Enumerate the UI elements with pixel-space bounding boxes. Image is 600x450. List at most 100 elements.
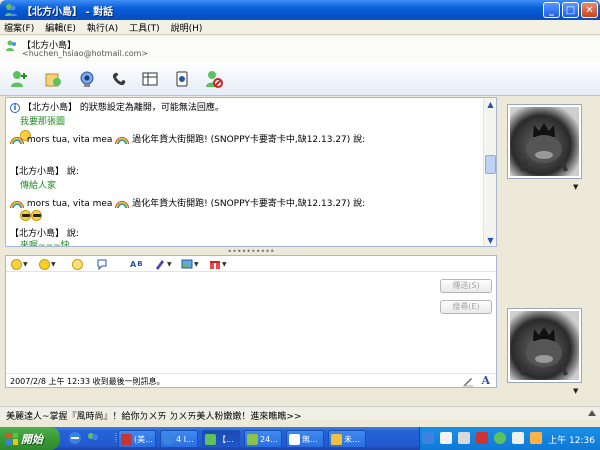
conversation-scrollbar[interactable]: ▲ ▼ xyxy=(483,98,496,246)
msn-tray-icon[interactable] xyxy=(494,432,506,444)
antivirus-icon[interactable] xyxy=(476,432,488,444)
cool-smiley-icon xyxy=(31,210,42,221)
contact-avatar-picture xyxy=(510,107,579,176)
scroll-up-arrow-icon[interactable]: ▲ xyxy=(486,100,495,109)
cool-smiley-icon xyxy=(20,210,31,221)
maximize-button[interactable]: □ xyxy=(562,2,579,18)
menu-help[interactable]: 說明(H) xyxy=(171,21,203,34)
minimize-button[interactable]: _ xyxy=(543,2,560,18)
avatar-menu-arrow-icon[interactable]: ▼ xyxy=(573,387,578,395)
conversation-pane[interactable]: i 【北方小島】 的狀態設定為離開，可能無法回應。 我要那張圖 mors tua,… xyxy=(5,97,497,247)
menu-actions[interactable]: 執行(A) xyxy=(87,21,118,34)
msn-quick-launch-icon[interactable] xyxy=(86,431,100,445)
gift-button[interactable]: ▼ xyxy=(209,258,227,270)
task-label: 未... xyxy=(344,434,360,444)
menu-file[interactable]: 檔案(F) xyxy=(4,21,34,34)
text-mode-button[interactable]: A xyxy=(481,374,490,387)
volume-icon[interactable] xyxy=(512,432,524,444)
sender-header: mors tua, vita mea 過化年貨大街開跑! (SNOPPY卡要寄卡… xyxy=(10,196,365,209)
color-button[interactable]: ▼ xyxy=(154,258,172,270)
sender-header: mors tua, vita mea 過化年貨大街開跑! (SNOPPY卡要寄卡… xyxy=(10,132,365,145)
window-title: 【北方小島】 - 對話 xyxy=(22,6,114,18)
sender-name: mors tua, vita mea xyxy=(26,199,113,209)
nudge-icon xyxy=(72,258,83,270)
menu-edit[interactable]: 編輯(E) xyxy=(45,21,76,34)
rainbow-icon xyxy=(115,199,130,208)
start-button[interactable]: 開始 xyxy=(0,427,60,450)
rainbow-icon xyxy=(10,199,24,208)
task-button[interactable]: (美... xyxy=(118,430,156,448)
buddy-status-icon xyxy=(6,40,16,51)
frog-king-picture xyxy=(520,123,568,172)
avatar-menu-arrow-icon[interactable]: ▼ xyxy=(573,183,578,191)
clock[interactable]: 上午 12:36 xyxy=(548,433,595,446)
font-icon: A xyxy=(130,259,137,269)
language-icon[interactable] xyxy=(422,432,434,444)
action-toolbar xyxy=(0,62,600,96)
task-button[interactable]: 4 I... xyxy=(160,430,198,448)
rainbow-icon xyxy=(115,135,130,144)
contact-avatar[interactable] xyxy=(507,104,582,179)
games-icon[interactable] xyxy=(171,68,193,90)
network-icon[interactable] xyxy=(458,432,470,444)
sender-header: 【北方小島】 說: xyxy=(10,167,79,177)
dropdown-arrow-icon: ▼ xyxy=(222,260,227,268)
browser-quick-launch-icon[interactable] xyxy=(68,431,82,445)
windows-flag-icon xyxy=(6,432,18,445)
task-button[interactable]: 24... xyxy=(244,430,282,448)
input-status-bar: 2007/2/8 上午 12:33 收到最後一則訊息。 A xyxy=(6,373,496,387)
webcam-icon[interactable] xyxy=(76,68,98,90)
activities-icon[interactable] xyxy=(139,68,161,90)
title-bar[interactable]: 【北方小島】 - 對話 _ □ ✕ xyxy=(0,0,600,20)
task-button[interactable]: 無... xyxy=(286,430,324,448)
dropdown-arrow-icon: ▼ xyxy=(167,260,172,268)
system-tray: 上午 12:36 xyxy=(419,427,600,450)
task-button[interactable]: 【... xyxy=(202,430,240,448)
frog-king-picture xyxy=(520,327,568,376)
messenger-buddy-icon xyxy=(5,4,17,16)
dropdown-arrow-icon: ▼ xyxy=(194,260,199,268)
ad-collapse-icon[interactable] xyxy=(588,410,596,416)
invite-contact-icon[interactable] xyxy=(8,68,30,90)
message-emoticon xyxy=(20,210,42,221)
task-label: (美... xyxy=(134,434,153,444)
input-method-icon[interactable] xyxy=(440,432,452,444)
scroll-thumb[interactable] xyxy=(485,155,496,174)
font-button[interactable]: AB xyxy=(130,258,143,270)
voice-clip-button[interactable] xyxy=(96,258,108,270)
wink-button[interactable]: ▼ xyxy=(39,258,56,270)
message-input-area[interactable]: ▼ ▼ AB ▼ ▼ ▼ 傳送(S) 搜尋(E) 2007/2/8 上午 12:… xyxy=(5,255,497,388)
block-icon[interactable] xyxy=(203,68,225,90)
msn-icon xyxy=(205,433,216,445)
advertisement-bar[interactable]: 美麗達人~掌握『風時尚』！給你ㄉㄨㄞ ㄉㄨㄞ美人粉嫩嫩！進來瞧瞧>> xyxy=(0,406,600,422)
search-button[interactable]: 搜尋(E) xyxy=(440,300,492,314)
dropdown-arrow-icon: ▼ xyxy=(23,260,28,268)
handwriting-pen-icon[interactable] xyxy=(462,375,474,387)
task-label: 4 I... xyxy=(176,434,194,444)
send-button[interactable]: 傳送(S) xyxy=(440,279,492,293)
send-files-icon[interactable] xyxy=(42,68,64,90)
message-text: 來喔~~~快 xyxy=(20,241,70,246)
call-icon[interactable] xyxy=(108,68,130,90)
scroll-down-arrow-icon[interactable]: ▼ xyxy=(486,236,495,245)
pane-splitter[interactable]: •••••••••• xyxy=(5,247,497,256)
close-button[interactable]: ✕ xyxy=(581,2,598,18)
my-avatar[interactable] xyxy=(507,308,582,383)
formatting-toolbar: ▼ ▼ AB ▼ ▼ ▼ xyxy=(6,256,496,272)
ie-icon xyxy=(163,433,174,445)
task-app-icon xyxy=(121,433,132,445)
tray-app-icon[interactable] xyxy=(530,432,542,444)
menu-tools[interactable]: 工具(T) xyxy=(129,21,160,34)
voice-clip-icon xyxy=(97,259,107,270)
task-button[interactable]: 未... xyxy=(328,430,366,448)
nudge-button[interactable] xyxy=(72,258,83,270)
emoticon-button[interactable]: ▼ xyxy=(11,258,28,270)
sender-message: 過化年貨大街開跑! (SNOPPY卡要寄卡中,缺12.13.27) 說: xyxy=(132,199,366,209)
gift-icon xyxy=(210,261,220,269)
ad-text[interactable]: 美麗達人~掌握『風時尚』！給你ㄉㄨㄞ ㄉㄨㄞ美人粉嫩嫩！進來瞧瞧>> xyxy=(6,409,302,422)
message-text: 傳給人家 xyxy=(20,181,57,191)
paint-icon xyxy=(331,433,342,445)
contact-header: 【北方小島】 <huchen_hsiao@hotmail.com> xyxy=(0,36,600,62)
message-history: 我要那張圖 mors tua, vita mea 過化年貨大街開跑! (SNOP… xyxy=(6,112,484,246)
background-button[interactable]: ▼ xyxy=(181,258,199,270)
